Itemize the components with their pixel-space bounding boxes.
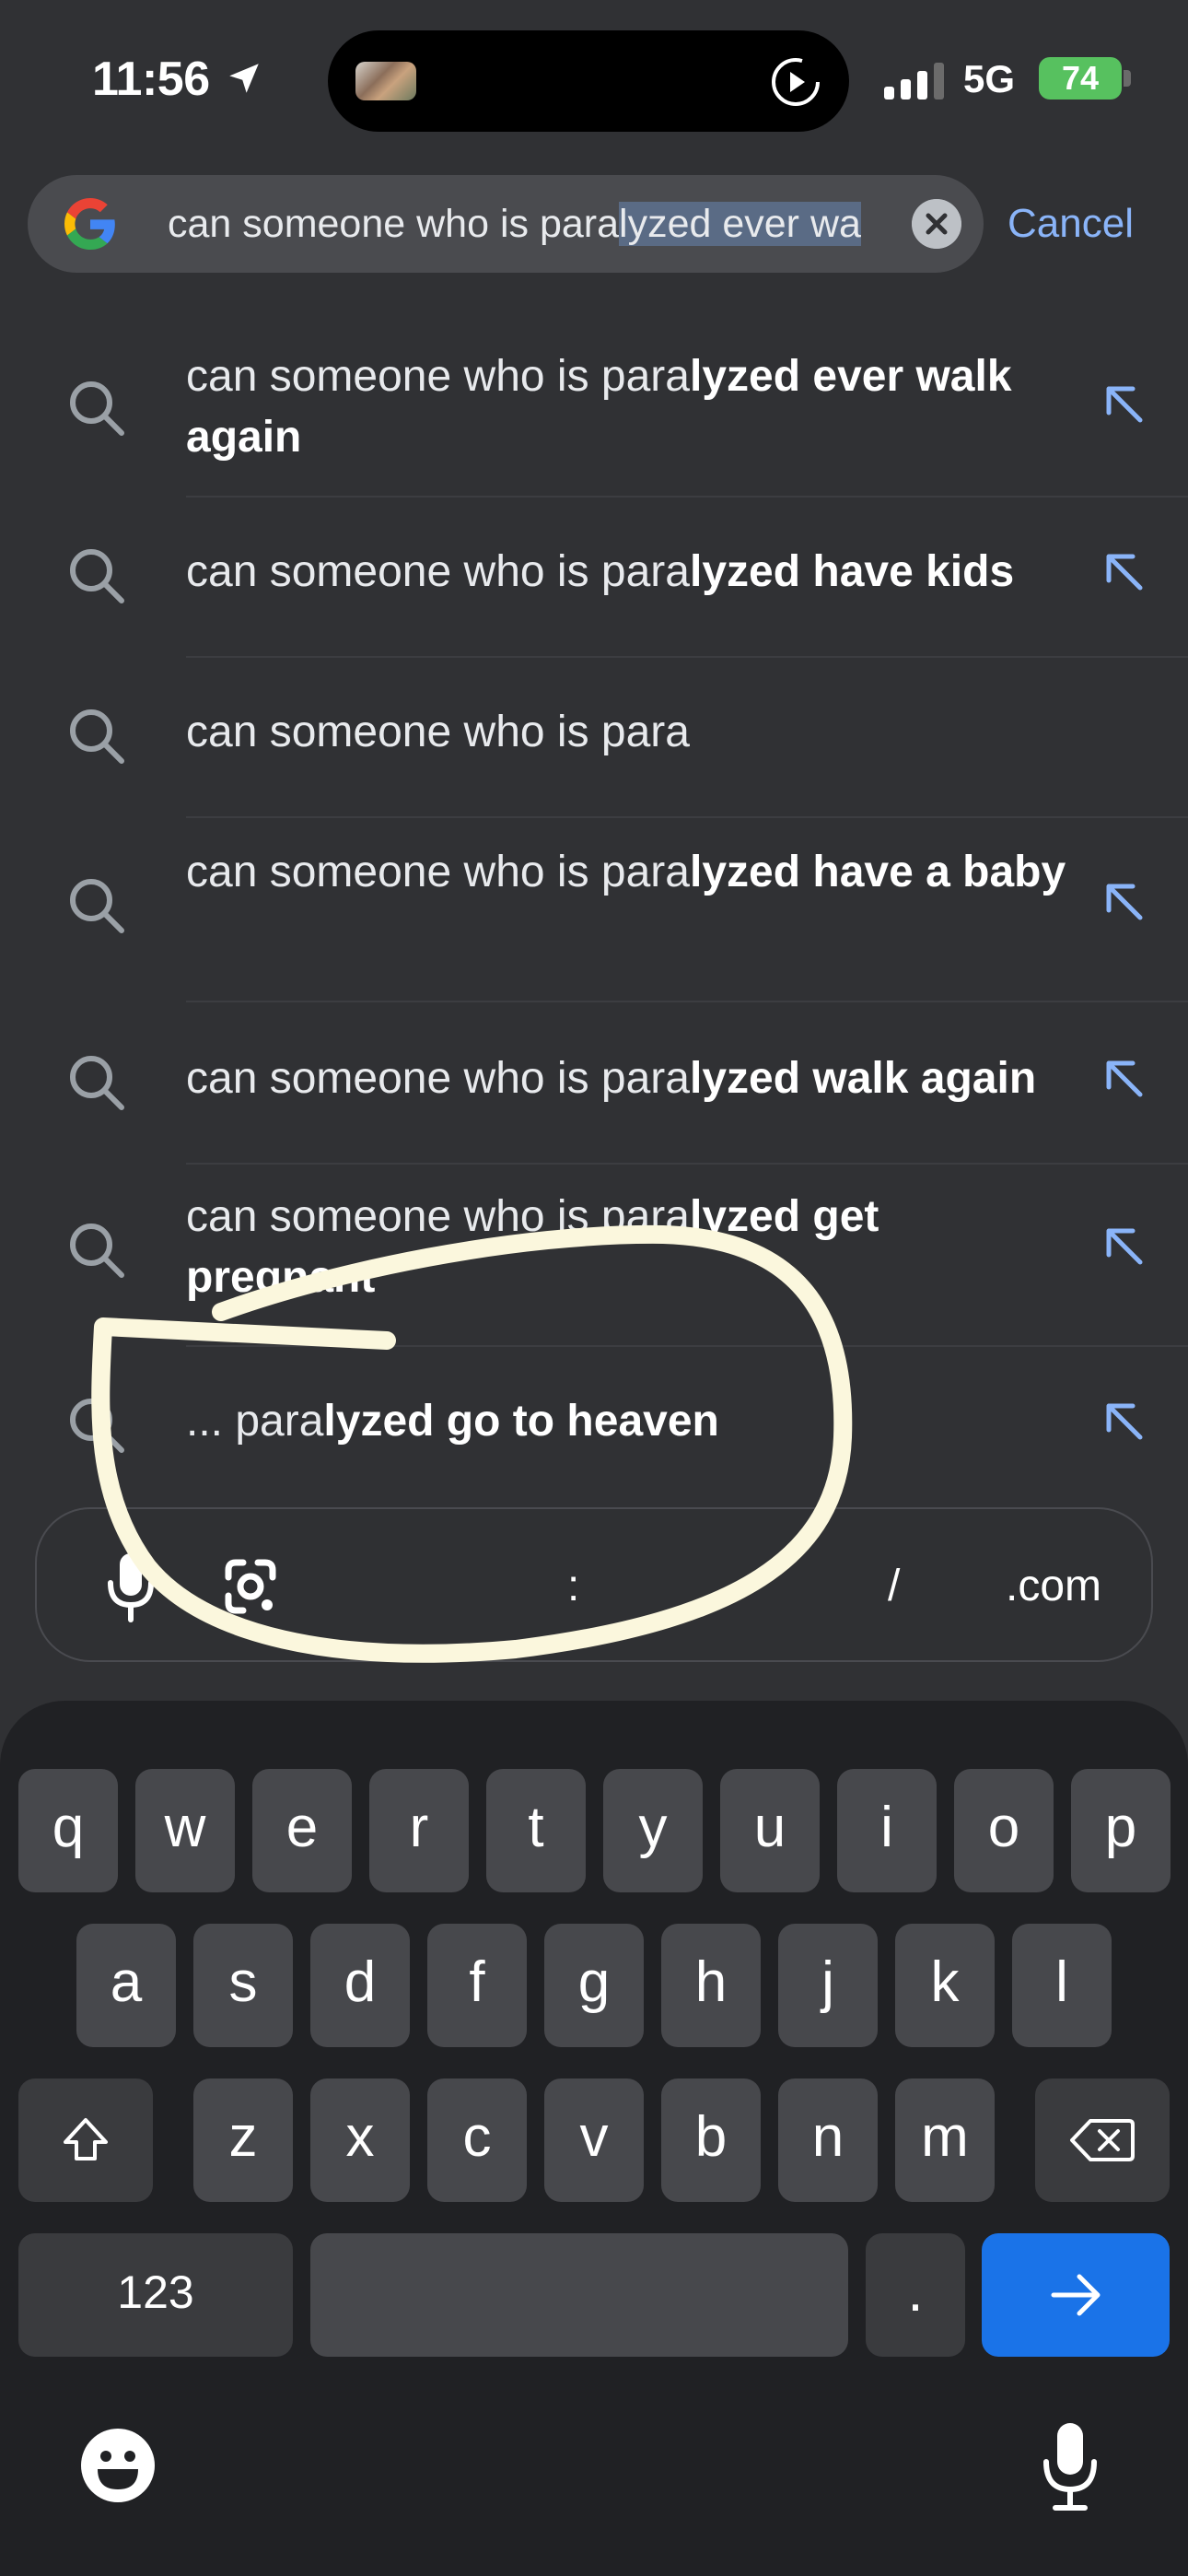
search-bar[interactable]: can someone who is paralyzed ever wa — [28, 175, 984, 273]
arrow-up-left-icon[interactable] — [1098, 378, 1153, 433]
key-c[interactable]: c — [427, 2078, 527, 2202]
key-s[interactable]: s — [193, 1924, 293, 2047]
key-x[interactable]: x — [310, 2078, 410, 2202]
search-icon — [70, 1056, 124, 1110]
key-u[interactable]: u — [720, 1769, 820, 1892]
search-icon — [70, 549, 124, 603]
key-r[interactable]: r — [369, 1769, 469, 1892]
key-w[interactable]: w — [135, 1769, 235, 1892]
shift-key[interactable] — [18, 2078, 153, 2202]
keyboard: q w e r t y u i o p a s d f g h j k l z … — [0, 1701, 1188, 2576]
suggestion-text: can someone who is para — [186, 708, 690, 756]
dotcom-key[interactable]: .com — [1006, 1550, 1101, 1623]
suggestion-item[interactable]: ... paralyzed go to heaven — [0, 1347, 1188, 1502]
mic-icon[interactable] — [87, 1542, 175, 1631]
key-g[interactable]: g — [544, 1924, 644, 2047]
key-m[interactable]: m — [895, 2078, 995, 2202]
colon-key[interactable]: : — [567, 1550, 579, 1623]
search-icon — [70, 1399, 124, 1453]
key-t[interactable]: t — [486, 1769, 586, 1892]
space-key[interactable] — [310, 2233, 848, 2357]
battery-tip — [1124, 70, 1131, 87]
go-key[interactable] — [982, 2233, 1170, 2357]
cancel-button[interactable]: Cancel — [1007, 199, 1134, 249]
search-icon — [70, 709, 124, 764]
now-playing-thumbnail — [355, 62, 416, 100]
key-d[interactable]: d — [310, 1924, 410, 2047]
play-circle-icon[interactable] — [770, 56, 821, 108]
key-f[interactable]: f — [427, 1924, 527, 2047]
key-i[interactable]: i — [837, 1769, 937, 1892]
arrow-up-left-icon[interactable] — [1098, 1052, 1153, 1107]
numbers-key[interactable]: 123 — [18, 2233, 293, 2357]
arrow-up-left-icon[interactable] — [1098, 545, 1153, 601]
key-q[interactable]: q — [18, 1769, 118, 1892]
suggestion-item[interactable]: can someone who is paralyzed have kids — [0, 498, 1188, 658]
period-key[interactable]: . — [866, 2233, 965, 2357]
arrow-up-left-icon[interactable] — [1098, 1220, 1153, 1275]
suggestion-text: ... paralyzed go to heaven — [186, 1397, 719, 1446]
key-y[interactable]: y — [603, 1769, 703, 1892]
suggestion-item[interactable]: can someone who is paralyzed ever walk a… — [0, 332, 1188, 498]
search-query-text: can someone who is para — [168, 202, 620, 246]
suggestion-text: can someone who is paralyzed ever walk a… — [186, 352, 1012, 462]
dictation-mic-icon[interactable] — [1030, 2418, 1111, 2513]
suggestion-item[interactable]: can someone who is paralyzed get pregnan… — [0, 1165, 1188, 1345]
search-input[interactable]: can someone who is paralyzed ever wa — [168, 200, 932, 248]
backspace-icon — [1070, 2119, 1135, 2161]
dash-key[interactable]: - — [726, 1550, 740, 1623]
search-icon — [70, 879, 124, 933]
key-o[interactable]: o — [954, 1769, 1054, 1892]
network-type: 5G — [963, 57, 1016, 100]
key-a[interactable]: a — [76, 1924, 176, 2047]
slash-key[interactable]: / — [888, 1550, 900, 1623]
key-k[interactable]: k — [895, 1924, 995, 2047]
search-query-selection: lyzed ever wa — [619, 202, 861, 246]
key-p[interactable]: p — [1071, 1769, 1171, 1892]
key-e[interactable]: e — [252, 1769, 352, 1892]
emoji-icon[interactable] — [77, 2425, 158, 2506]
key-z[interactable]: z — [193, 2078, 293, 2202]
status-bar: 11:56 5G 74 — [0, 0, 1188, 157]
cellular-signal-icon — [884, 63, 944, 100]
google-lens-icon[interactable] — [206, 1542, 295, 1631]
key-h[interactable]: h — [661, 1924, 761, 2047]
clear-x-icon[interactable] — [912, 199, 961, 249]
keyboard-accessory-bar: : - / .com — [35, 1507, 1153, 1662]
suggestion-text: can someone who is paralyzed have a baby — [186, 848, 1066, 896]
google-g-logo — [64, 198, 115, 250]
key-v[interactable]: v — [544, 2078, 644, 2202]
suggestion-text: can someone who is paralyzed get pregnan… — [186, 1192, 879, 1302]
suggestion-item[interactable]: can someone who is para — [0, 658, 1188, 818]
key-n[interactable]: n — [778, 2078, 878, 2202]
backspace-key[interactable] — [1035, 2078, 1170, 2202]
key-l[interactable]: l — [1012, 1924, 1112, 2047]
suggestion-item[interactable]: can someone who is paralyzed walk again — [0, 1002, 1188, 1163]
location-arrow-icon — [229, 64, 259, 93]
arrow-right-icon — [1051, 2274, 1101, 2316]
search-icon — [70, 381, 124, 436]
suggestion-text: can someone who is paralyzed have kids — [186, 547, 1015, 596]
key-b[interactable]: b — [661, 2078, 761, 2202]
key-j[interactable]: j — [778, 1924, 878, 2047]
shift-icon — [64, 2118, 108, 2160]
status-time: 11:56 — [92, 53, 210, 106]
search-icon — [70, 1224, 124, 1278]
arrow-up-left-icon[interactable] — [1098, 875, 1153, 931]
suggestion-text: can someone who is paralyzed walk again — [186, 1054, 1037, 1103]
arrow-up-left-icon[interactable] — [1098, 1395, 1153, 1450]
battery-indicator: 74 — [1039, 57, 1122, 100]
suggestion-item[interactable]: can someone who is paralyzed have a baby — [0, 818, 1188, 1002]
dynamic-island[interactable] — [328, 30, 849, 132]
